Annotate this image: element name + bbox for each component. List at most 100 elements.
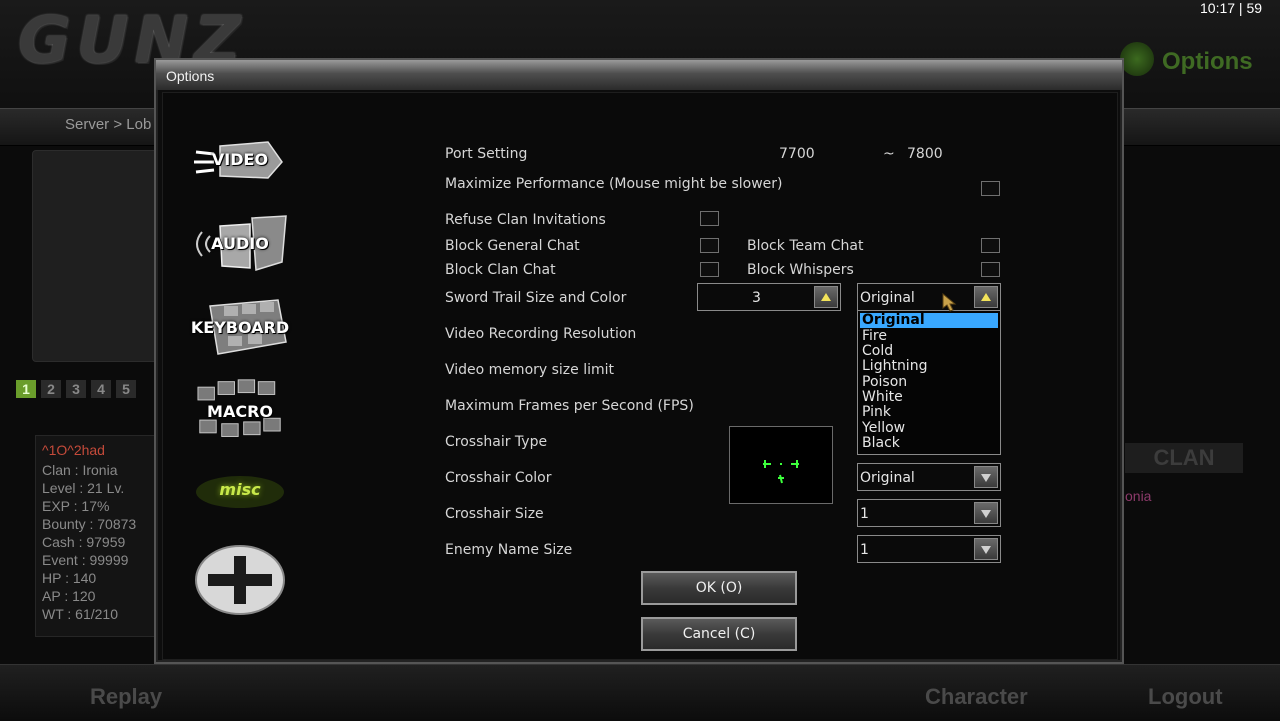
player-stat: AP : 120 <box>42 588 96 604</box>
crosshair-size-dropdown[interactable]: 1 <box>857 499 1001 527</box>
logout-button[interactable]: Logout <box>1148 684 1223 710</box>
crosshair-color-value: Original <box>860 470 915 486</box>
block-team-chat-label: Block Team Chat <box>747 238 864 254</box>
crosshair-preview[interactable] <box>729 426 833 504</box>
category-video-label: VIDEO <box>211 150 269 169</box>
dropdown-arrow-button[interactable] <box>974 502 998 524</box>
dialog-title: Options <box>166 68 215 84</box>
dropdown-arrow-button[interactable] <box>974 466 998 488</box>
port-setting-label: Port Setting <box>445 146 528 162</box>
breadcrumb: Server > Lob <box>65 116 152 133</box>
arrow-up-icon <box>821 293 831 301</box>
port-from-value[interactable]: 7700 <box>779 146 815 162</box>
chevron-down-icon <box>981 546 991 554</box>
room-pagination: 1 2 3 4 5 <box>16 380 136 398</box>
page-button[interactable]: 2 <box>41 380 61 398</box>
sword-trail-label: Sword Trail Size and Color <box>445 290 627 306</box>
dialog-titlebar[interactable]: Options <box>156 60 1122 90</box>
player-stat: Cash : 97959 <box>42 534 126 550</box>
list-item[interactable]: Pink <box>860 405 998 420</box>
page-button[interactable]: 5 <box>116 380 136 398</box>
character-button[interactable]: Character <box>925 684 1028 710</box>
enemy-name-size-value: 1 <box>860 542 869 558</box>
list-item[interactable]: Original <box>860 313 998 328</box>
list-item[interactable]: Cold <box>860 344 998 359</box>
dropdown-arrow-button[interactable] <box>974 286 998 308</box>
mouse-cursor-icon <box>942 292 957 312</box>
player-stat: EXP : 17% <box>42 498 110 514</box>
dropdown-arrow-button[interactable] <box>974 538 998 560</box>
block-clan-chat-label: Block Clan Chat <box>445 262 556 278</box>
clan-button[interactable]: CLAN <box>1125 443 1243 473</box>
crosshair-color-dropdown[interactable]: Original <box>857 463 1001 491</box>
crosshair-size-label: Crosshair Size <box>445 506 544 522</box>
crosshair-type-label: Crosshair Type <box>445 434 548 450</box>
replay-button[interactable]: Replay <box>90 684 162 710</box>
player-stat: WT : 61/210 <box>42 606 119 622</box>
block-clan-chat-checkbox[interactable] <box>700 262 719 277</box>
list-item[interactable]: Black <box>860 436 998 451</box>
refuse-clan-invitations-label: Refuse Clan Invitations <box>445 212 606 228</box>
page-button[interactable]: 3 <box>66 380 86 398</box>
options-gear-icon <box>1120 42 1154 76</box>
player-info-panel: ^1O^2had Clan : Ironia Level : 21 Lv. EX… <box>35 435 162 637</box>
port-separator: ~ <box>883 146 895 162</box>
header-options-title: Options <box>1162 48 1253 75</box>
category-macro-button[interactable]: MACRO <box>190 378 290 442</box>
maximize-performance-label: Maximize Performance (Mouse might be slo… <box>445 176 783 192</box>
block-general-chat-label: Block General Chat <box>445 238 580 254</box>
list-item[interactable]: Poison <box>860 375 998 390</box>
block-whispers-checkbox[interactable] <box>981 262 1000 277</box>
player-stat: Clan : Ironia <box>42 462 118 478</box>
port-to-value[interactable]: 7800 <box>907 146 943 162</box>
block-whispers-label: Block Whispers <box>747 262 854 278</box>
sword-trail-color-value: Original <box>860 290 915 306</box>
plus-icon <box>195 545 285 615</box>
block-general-chat-checkbox[interactable] <box>700 238 719 253</box>
block-team-chat-checkbox[interactable] <box>981 238 1000 253</box>
max-fps-label: Maximum Frames per Second (FPS) <box>445 398 694 414</box>
sword-trail-color-dropdown[interactable]: Original <box>857 283 1001 311</box>
enemy-name-size-label: Enemy Name Size <box>445 542 573 558</box>
category-video-button[interactable]: VIDEO <box>190 128 290 192</box>
list-item[interactable]: White <box>860 390 998 405</box>
bottom-nav-bar <box>0 664 1280 721</box>
video-memory-limit-label: Video memory size limit <box>445 362 615 378</box>
category-keyboard-button[interactable]: KEYBOARD <box>190 296 290 360</box>
category-keyboard-label: KEYBOARD <box>190 318 290 337</box>
lobby-room-panel <box>32 150 162 362</box>
cancel-button[interactable]: Cancel (C) <box>641 617 797 651</box>
crosshair-size-value: 1 <box>860 506 869 522</box>
category-misc-button[interactable]: misc <box>190 460 290 524</box>
list-item[interactable]: Yellow <box>860 421 998 436</box>
video-recording-resolution-label: Video Recording Resolution <box>445 326 637 342</box>
enemy-name-size-dropdown[interactable]: 1 <box>857 535 1001 563</box>
page-button[interactable]: 1 <box>16 380 36 398</box>
player-stat: Bounty : 70873 <box>42 516 137 532</box>
category-macro-label: MACRO <box>207 402 273 421</box>
player-stat: HP : 140 <box>42 570 97 586</box>
crosshair-color-label: Crosshair Color <box>445 470 552 486</box>
chevron-down-icon <box>981 510 991 518</box>
sword-trail-size-dropdown[interactable]: 3 <box>697 283 841 311</box>
category-plus-button[interactable] <box>190 544 290 616</box>
clan-name: onia <box>1125 488 1152 504</box>
list-item[interactable]: Fire <box>860 329 998 344</box>
player-stat: Level : 21 Lv. <box>42 480 125 496</box>
page-button[interactable]: 4 <box>91 380 111 398</box>
ok-button[interactable]: OK (O) <box>641 571 797 605</box>
sword-trail-size-value: 3 <box>752 290 761 306</box>
list-item[interactable]: Lightning <box>860 359 998 374</box>
maximize-performance-checkbox[interactable] <box>981 181 1000 196</box>
chevron-down-icon <box>981 474 991 482</box>
dropdown-arrow-button[interactable] <box>814 286 838 308</box>
refuse-clan-invitations-checkbox[interactable] <box>700 211 719 226</box>
category-audio-label: AUDIO <box>211 234 269 253</box>
crosshair-icon <box>763 460 799 484</box>
category-misc-label: misc <box>219 480 261 499</box>
category-audio-button[interactable]: AUDIO <box>190 212 290 276</box>
sword-trail-color-list[interactable]: Original Fire Cold Lightning Poison Whit… <box>857 311 1001 455</box>
player-name: ^1O^2had <box>42 442 105 458</box>
clock: 10:17 | 59 <box>1200 0 1263 16</box>
player-stat: Event : 99999 <box>42 552 129 568</box>
